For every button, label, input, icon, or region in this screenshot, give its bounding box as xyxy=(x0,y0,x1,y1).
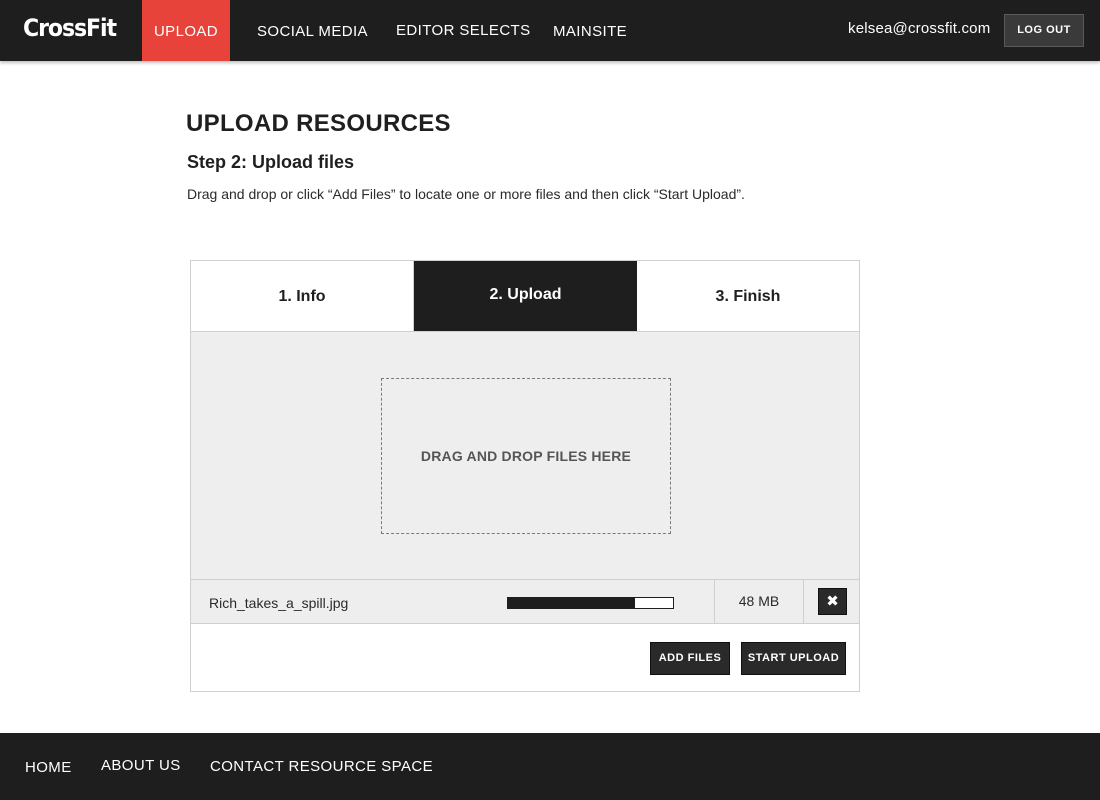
nav-mainsite[interactable]: MAINSITE xyxy=(553,0,627,61)
page-title: UPLOAD RESOURCES xyxy=(186,110,451,137)
footer: HOME ABOUT US CONTACT RESOURCE SPACE xyxy=(0,733,1100,800)
remove-file-button[interactable]: ✖ xyxy=(818,588,847,615)
tab-upload[interactable]: 2. Upload xyxy=(414,261,637,331)
close-icon: ✖ xyxy=(826,593,839,610)
user-email: kelsea@crossfit.com xyxy=(848,20,991,37)
tab-finish[interactable]: 3. Finish xyxy=(637,261,859,331)
nav-social-media[interactable]: SOCIAL MEDIA xyxy=(257,0,368,61)
tab-info[interactable]: 1. Info xyxy=(191,261,414,331)
step-title: Step 2: Upload files xyxy=(187,152,355,172)
upload-wizard-panel: 1. Info 2. Upload 3. Finish DRAG AND DRO… xyxy=(190,260,860,692)
wizard-tabs: 1. Info 2. Upload 3. Finish xyxy=(191,261,859,332)
dropzone-area: DRAG AND DROP FILES HERE xyxy=(191,332,859,579)
add-files-button[interactable]: ADD FILES xyxy=(650,642,730,675)
step-description: Drag and drop or click “Add Files” to lo… xyxy=(187,186,745,202)
logout-button[interactable]: LOG OUT xyxy=(1004,14,1084,47)
upload-progress-bar xyxy=(507,597,674,609)
file-name: Rich_takes_a_spill.jpg xyxy=(209,595,349,611)
top-navigation-bar: CrossFit UPLOAD SOCIAL MEDIA EDITOR SELE… xyxy=(0,0,1100,61)
nav-upload[interactable]: UPLOAD xyxy=(142,0,230,61)
nav-editor-selects[interactable]: EDITOR SELECTS xyxy=(396,0,531,61)
upload-actions: ADD FILES START UPLOAD xyxy=(191,624,859,691)
footer-link-home[interactable]: HOME xyxy=(25,759,72,776)
file-size: 48 MB xyxy=(714,580,804,623)
file-row: Rich_takes_a_spill.jpg 48 MB ✖ xyxy=(191,579,859,624)
crossfit-logo[interactable]: CrossFit xyxy=(23,14,117,42)
drag-drop-zone[interactable]: DRAG AND DROP FILES HERE xyxy=(381,378,671,534)
footer-link-contact[interactable]: CONTACT RESOURCE SPACE xyxy=(210,758,433,775)
upload-progress-fill xyxy=(508,598,636,608)
start-upload-button[interactable]: START UPLOAD xyxy=(741,642,846,675)
footer-link-about-us[interactable]: ABOUT US xyxy=(101,757,181,774)
